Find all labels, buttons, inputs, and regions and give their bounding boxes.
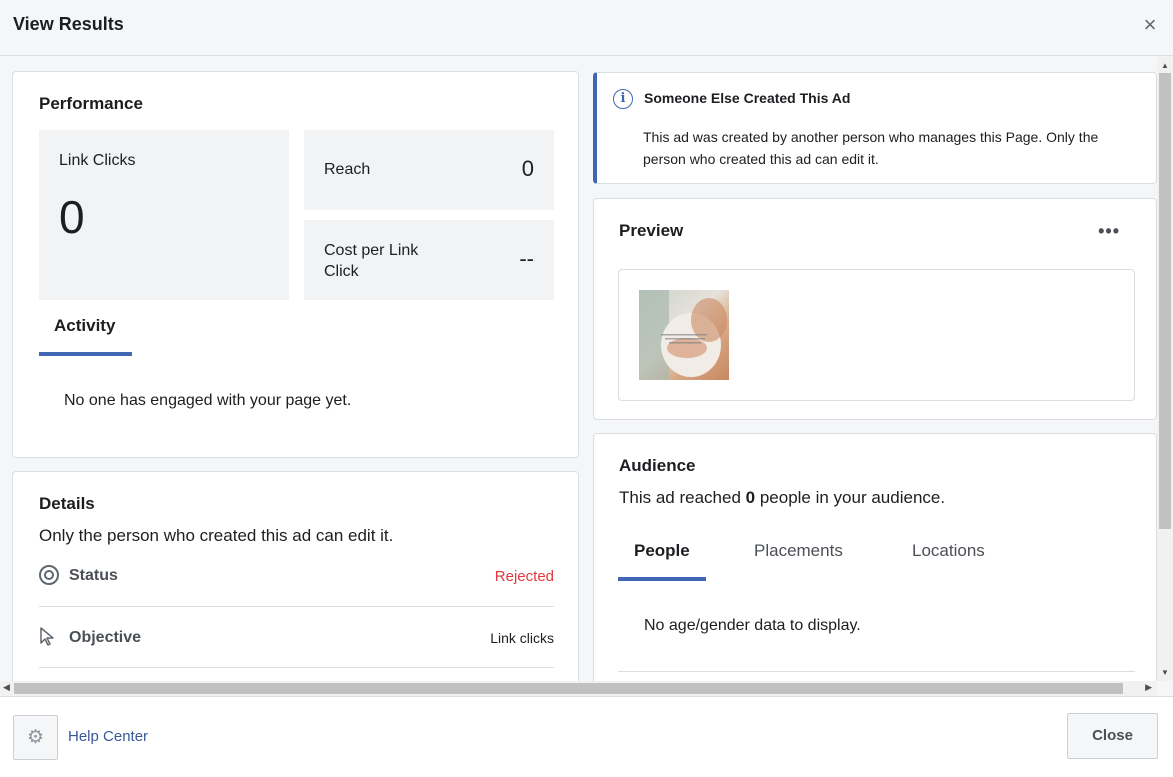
cost-per-link-click-value: -- <box>519 246 534 271</box>
ad-thumbnail[interactable] <box>639 290 729 380</box>
cost-per-link-click-stat: Cost per Link Click -- <box>304 220 554 300</box>
help-center-link[interactable]: Help Center <box>68 728 148 745</box>
close-icon[interactable]: × <box>1137 12 1163 38</box>
tab-activity[interactable]: Activity <box>39 314 132 356</box>
gear-icon[interactable]: ⚙ <box>13 715 58 760</box>
more-options-icon[interactable]: ••• <box>1098 221 1120 242</box>
audience-empty-message: No age/gender data to display. <box>644 617 861 634</box>
dialog-title: View Results <box>13 14 124 34</box>
scroll-left-arrow-icon[interactable]: ◀ <box>3 682 10 693</box>
notice-title: Someone Else Created This Ad <box>644 90 851 106</box>
divider <box>618 671 1135 672</box>
someone-else-created-notice: i Someone Else Created This Ad This ad w… <box>593 72 1157 184</box>
audience-card: Audience This ad reached 0 people in you… <box>593 433 1157 681</box>
activity-empty-message: No one has engaged with your page yet. <box>64 392 352 409</box>
details-title: Details <box>39 494 95 513</box>
objective-label: Objective <box>69 629 142 646</box>
detail-row-objective: Objective Link clicks <box>39 607 554 668</box>
scroll-up-arrow-icon[interactable]: ▲ <box>1161 61 1169 70</box>
tab-placements[interactable]: Placements <box>754 541 843 561</box>
close-button[interactable]: Close <box>1067 713 1158 759</box>
dialog-header: View Results × <box>0 0 1173 56</box>
status-label: Status <box>69 567 118 584</box>
link-clicks-value: 0 <box>59 191 85 243</box>
status-value: Rejected <box>494 568 554 585</box>
preview-title: Preview <box>619 221 684 240</box>
horizontal-scrollbar[interactable]: ◀ ▶ <box>0 681 1157 696</box>
tab-activity-label: Activity <box>54 316 116 335</box>
cursor-icon <box>39 627 59 647</box>
audience-summary: This ad reached 0 people in your audienc… <box>619 488 945 508</box>
tab-people-label: People <box>634 541 690 560</box>
vertical-scroll-thumb[interactable] <box>1159 73 1171 529</box>
link-clicks-stat: Link Clicks 0 <box>39 130 289 300</box>
vertical-scrollbar[interactable]: ▲ ▼ <box>1157 57 1173 681</box>
ad-preview-frame[interactable] <box>618 269 1135 401</box>
details-card: Details Only the person who created this… <box>12 471 579 681</box>
dialog-footer: ⚙ Help Center Close <box>0 696 1173 777</box>
performance-title: Performance <box>39 94 143 113</box>
audience-title: Audience <box>619 456 696 475</box>
objective-value: Link clicks <box>490 630 554 646</box>
status-ring-icon <box>39 565 59 585</box>
audience-summary-prefix: This ad reached <box>619 488 746 507</box>
details-subtitle: Only the person who created this ad can … <box>39 526 394 545</box>
reach-value: 0 <box>521 156 534 181</box>
link-clicks-label: Link Clicks <box>59 152 136 169</box>
scroll-down-arrow-icon[interactable]: ▼ <box>1161 668 1169 677</box>
dialog-content: Performance Link Clicks 0 Reach 0 Cost p… <box>0 57 1173 681</box>
horizontal-scroll-thumb[interactable] <box>14 683 1123 694</box>
audience-reach-count: 0 <box>745 488 756 507</box>
cost-per-link-click-label: Cost per Link Click <box>324 242 419 280</box>
scroll-right-arrow-icon[interactable]: ▶ <box>1145 682 1152 693</box>
preview-card: Preview ••• <box>593 198 1157 420</box>
tab-people[interactable]: People <box>618 539 706 581</box>
info-icon: i <box>613 89 633 109</box>
detail-row-status: Status Rejected <box>39 547 554 607</box>
tab-locations[interactable]: Locations <box>912 541 985 561</box>
audience-summary-suffix: people in your audience. <box>755 488 946 507</box>
reach-label: Reach <box>324 161 371 178</box>
performance-card: Performance Link Clicks 0 Reach 0 Cost p… <box>12 71 579 458</box>
reach-stat: Reach 0 <box>304 130 554 210</box>
notice-body: This ad was created by another person wh… <box>643 129 1099 167</box>
